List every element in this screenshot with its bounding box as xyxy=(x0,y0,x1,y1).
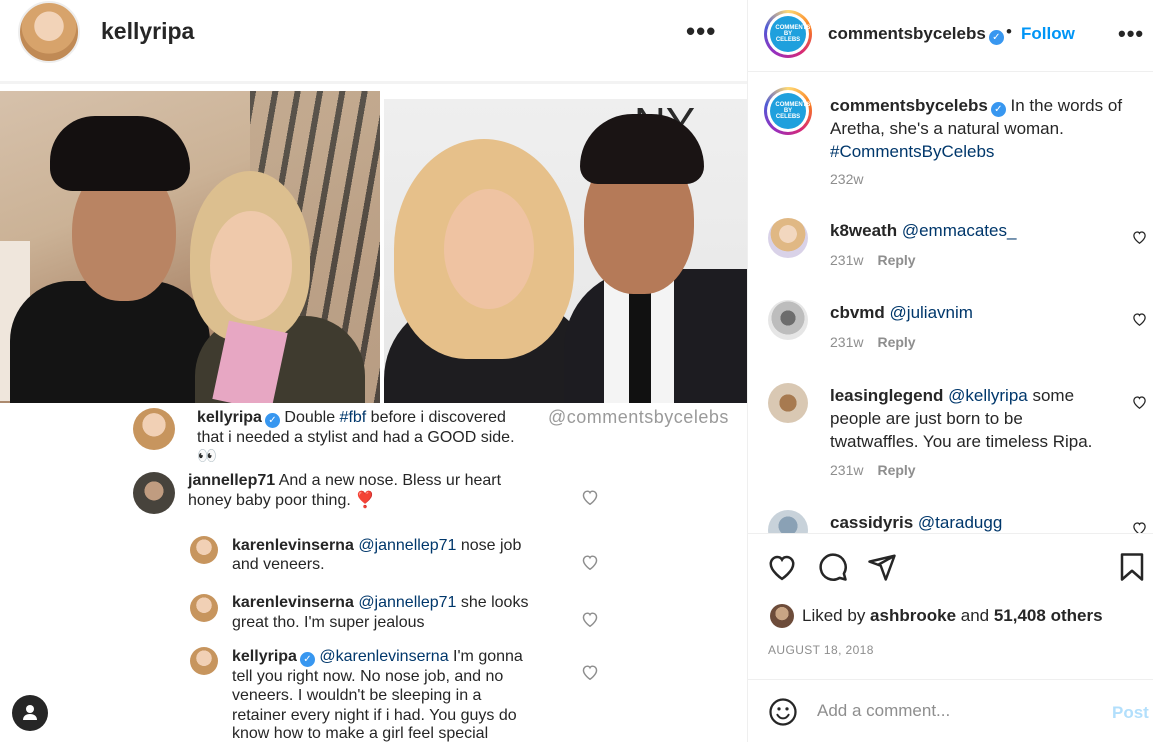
heart-icon xyxy=(582,665,598,680)
shot-more-icon: ••• xyxy=(686,16,717,46)
comment-meta: 231w Reply xyxy=(830,334,916,350)
post-panel: COMMENTS BY CELEBS commentsbycelebs ✓ • F… xyxy=(747,0,1153,742)
verified-icon: ✓ xyxy=(988,30,1004,45)
avatar xyxy=(133,472,175,514)
hashtag-link[interactable]: #CommentsByCelebs xyxy=(830,140,994,163)
follow-button[interactable]: Follow xyxy=(1021,24,1075,44)
avatar xyxy=(190,594,218,622)
heart-icon xyxy=(582,555,598,570)
heart-icon[interactable] xyxy=(1132,230,1147,244)
emoji-icon[interactable] xyxy=(768,697,798,727)
comment-text: leasinglegend @kellyripa some xyxy=(830,386,1075,405)
post-date: AUGUST 18, 2018 xyxy=(768,643,874,657)
shot-comment: kellyripa ✓ @karenlevinserna I'm gonna xyxy=(232,648,523,667)
verified-icon: ✓ xyxy=(299,652,315,667)
comment-meta: 231w Reply xyxy=(830,252,916,268)
verified-icon: ✓ xyxy=(264,413,280,428)
add-comment-input[interactable] xyxy=(817,701,1087,721)
watermark: @commentsbycelebs xyxy=(548,407,729,427)
shot-comments: @commentsbycelebs kellyripa ✓ Double #fbf… xyxy=(0,403,747,742)
share-icon[interactable] xyxy=(867,552,897,582)
shot-comment: jannellep71 And a new nose. Bless ur hea… xyxy=(188,472,502,489)
comment-avatar[interactable] xyxy=(768,510,808,533)
shot-avatar xyxy=(18,1,80,63)
post-button[interactable]: Post xyxy=(1112,703,1149,723)
avatar xyxy=(190,536,218,564)
post-image: kellyripa ••• NY @commentsbycelebs kelly… xyxy=(0,0,747,742)
comment-icon[interactable] xyxy=(818,552,848,582)
caption-text: commentsbycelebs ✓ In the words of xyxy=(830,96,1123,117)
comment-avatar[interactable] xyxy=(768,218,808,258)
profile-avatar[interactable]: COMMENTS BY CELEBS xyxy=(764,10,812,58)
more-options-icon[interactable]: ••• xyxy=(1118,21,1144,47)
shot-username: kellyripa xyxy=(101,18,195,44)
heart-icon[interactable] xyxy=(1132,312,1147,326)
bookmark-icon[interactable] xyxy=(1119,552,1145,582)
comment-meta: 231w Reply xyxy=(830,462,916,478)
liker-avatar[interactable] xyxy=(770,604,794,628)
shot-comment: karenlevinserna @jannellep71 she looks xyxy=(232,594,529,611)
photo-now: NY xyxy=(384,99,747,403)
reply-button[interactable]: Reply xyxy=(877,334,915,350)
likes-summary[interactable]: Liked by ashbrooke and 51,408 others xyxy=(802,606,1103,626)
actions-bar: Liked by ashbrooke and 51,408 others AUG… xyxy=(748,534,1153,680)
brand-logo: COMMENTS BY CELEBS xyxy=(770,93,810,129)
avatar xyxy=(133,408,175,450)
add-comment-bar: Post xyxy=(748,681,1153,742)
separator-dot: • xyxy=(1006,22,1012,41)
brand-logo: COMMENTS BY CELEBS xyxy=(770,16,810,52)
comment-avatar[interactable] xyxy=(768,383,808,423)
comment-avatar[interactable] xyxy=(768,300,808,340)
header-username[interactable]: commentsbycelebs ✓ xyxy=(828,24,1004,45)
reply-button[interactable]: Reply xyxy=(877,252,915,268)
like-heart-icon[interactable] xyxy=(767,553,797,581)
caption-time: 232w xyxy=(830,171,864,187)
heart-icon xyxy=(582,490,598,505)
person-icon xyxy=(23,705,37,720)
profile-avatar-button[interactable] xyxy=(12,695,48,731)
photo-then xyxy=(0,91,380,403)
heart-icon[interactable] xyxy=(1132,395,1147,409)
reply-button[interactable]: Reply xyxy=(877,462,915,478)
verified-icon: ✓ xyxy=(990,102,1006,117)
shot-caption: kellyripa ✓ Double #fbf before i discover… xyxy=(197,409,506,428)
heart-icon[interactable] xyxy=(1132,521,1147,534)
comment-text: k8weath @emmacates_ xyxy=(830,221,1017,240)
caption-avatar[interactable]: COMMENTS BY CELEBS xyxy=(764,87,812,135)
panel-header: COMMENTS BY CELEBS commentsbycelebs ✓ • F… xyxy=(748,0,1153,72)
comment-text: cbvmd @juliavnim xyxy=(830,303,973,322)
shot-comment: karenlevinserna @jannellep71 nose job xyxy=(232,537,522,554)
comments-list[interactable]: COMMENTS BY CELEBS commentsbycelebs ✓ In … xyxy=(748,72,1153,534)
shot-header: kellyripa ••• xyxy=(0,0,747,84)
heart-icon xyxy=(582,612,598,627)
comment-text: cassidyris @taradugg xyxy=(830,513,1003,532)
avatar xyxy=(190,647,218,675)
